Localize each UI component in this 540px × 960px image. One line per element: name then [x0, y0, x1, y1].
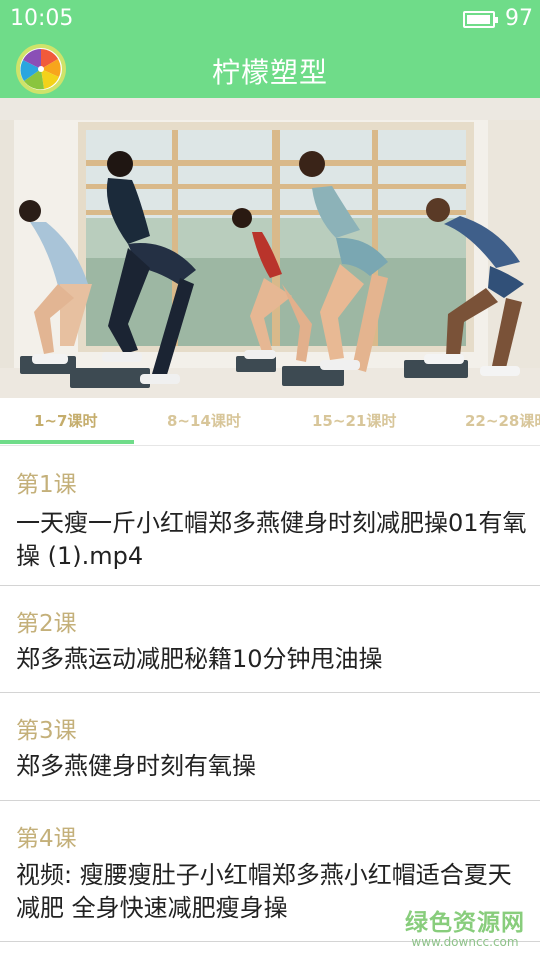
hero-banner-image[interactable]	[0, 98, 540, 398]
tab-15-21[interactable]: 15~21课时	[312, 410, 396, 431]
lesson-range-tabs: 1~7课时 8~14课时 15~21课时 22~28课时	[0, 398, 540, 446]
lesson-number: 第3课	[16, 718, 77, 744]
status-time: 10:05	[10, 6, 74, 31]
lesson-number: 第1课	[16, 472, 77, 498]
tab-1-7[interactable]: 1~7课时	[34, 410, 97, 431]
watermark: 绿色资源网 www.downcc.com	[400, 903, 530, 949]
battery-icon	[463, 11, 498, 28]
status-bar: 10:05 97	[0, 0, 540, 40]
app-title: 柠檬塑型	[211, 56, 328, 89]
lesson-item[interactable]: 第1课 一天瘦一斤小红帽郑多燕健身时刻减肥操01有氧操 (1).mp4	[0, 447, 540, 586]
lesson-list: 第1课 一天瘦一斤小红帽郑多燕健身时刻减肥操01有氧操 (1).mp4 第2课 …	[0, 447, 540, 942]
lesson-title: 郑多燕健身时刻有氧操	[16, 752, 256, 780]
lesson-title: 一天瘦一斤小红帽郑多燕健身时刻减肥操01有氧操 (1).mp4	[16, 509, 527, 570]
watermark-text: 绿色资源网	[405, 910, 525, 936]
lesson-item[interactable]: 第3课 郑多燕健身时刻有氧操	[0, 693, 540, 801]
app-bar: 柠檬塑型	[0, 40, 540, 98]
watermark-url: www.downcc.com	[411, 935, 519, 949]
lesson-number: 第4课	[16, 826, 77, 852]
tab-22-28[interactable]: 22~28课时	[465, 410, 540, 431]
lesson-number: 第2课	[16, 611, 77, 637]
tab-indicator	[0, 440, 134, 444]
battery-percent: 97	[505, 6, 533, 31]
tab-8-14[interactable]: 8~14课时	[167, 410, 241, 431]
lesson-item[interactable]: 第2课 郑多燕运动减肥秘籍10分钟甩油操	[0, 586, 540, 693]
lesson-title: 郑多燕运动减肥秘籍10分钟甩油操	[16, 645, 383, 673]
